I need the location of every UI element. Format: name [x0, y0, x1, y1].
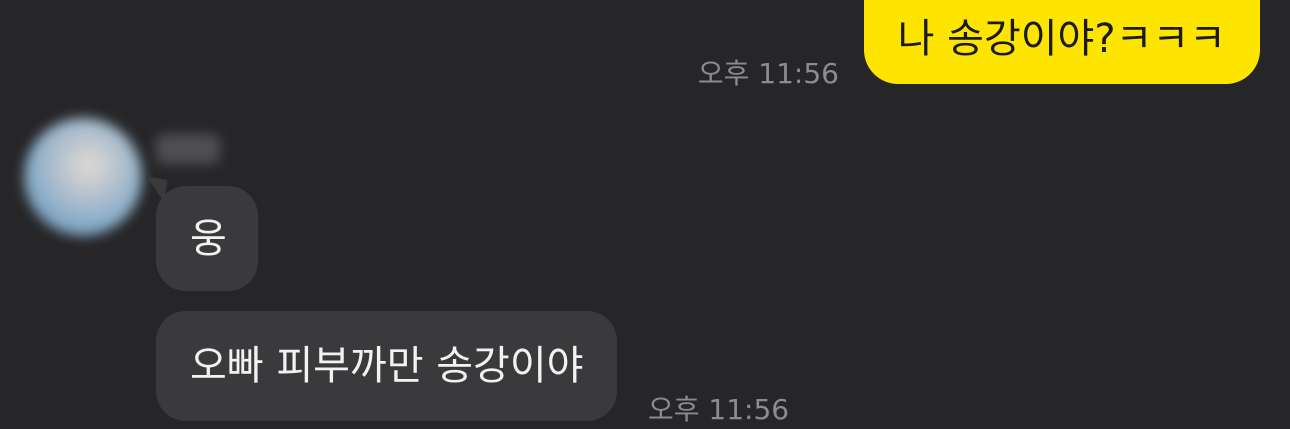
outgoing-message-bubble[interactable]: 나 송강이야?ㅋㅋㅋ	[863, 0, 1260, 84]
outgoing-message-text: 나 송강이야?ㅋㅋㅋ	[897, 16, 1226, 62]
incoming-message-bubble[interactable]: 오빠 피부까만 송강이야	[156, 311, 618, 421]
incoming-message-bubble[interactable]: 웅	[156, 186, 258, 291]
outgoing-message-timestamp: 오후 11:56	[697, 57, 839, 90]
incoming-message-timestamp: 오후 11:56	[648, 393, 790, 426]
avatar[interactable]	[24, 118, 142, 236]
incoming-message-text: 웅	[190, 215, 227, 262]
outgoing-message-row: 나 송강이야?ㅋㅋㅋ	[863, 0, 1260, 84]
incoming-message-text: 오빠 피부까만 송강이야	[190, 343, 584, 389]
chat-window: 나 송강이야?ㅋㅋㅋ 오후 11:56 웅 오빠 피부까만 송강이야 오후 11…	[0, 0, 1290, 429]
sender-name-blurred	[156, 134, 220, 164]
